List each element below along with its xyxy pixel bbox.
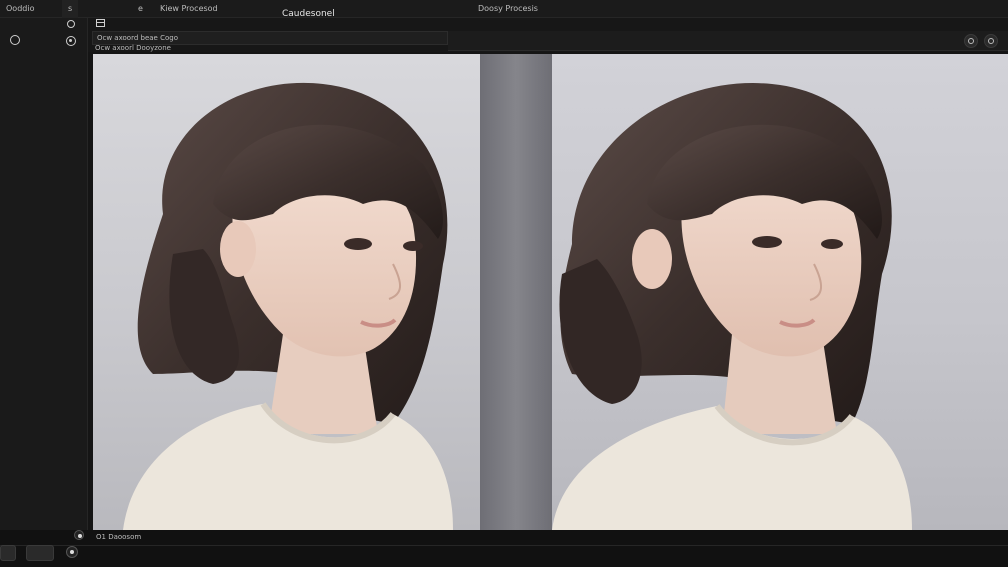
radio-icon[interactable] xyxy=(10,35,20,45)
path-field[interactable]: Ocw axoord beae Cogo xyxy=(92,31,448,45)
image-left[interactable] xyxy=(93,54,480,530)
app-window: Ooddio s e Kiew Procesod Doosy Procesis … xyxy=(0,0,1008,567)
sidebar xyxy=(0,18,88,537)
view-controls xyxy=(448,31,1008,51)
title-bar: Ooddio s e Kiew Procesod Doosy Procesis … xyxy=(0,0,1008,19)
view-button-1[interactable] xyxy=(964,34,978,48)
status-bar xyxy=(0,530,1008,567)
dock-button-2[interactable] xyxy=(26,545,54,561)
portrait-illustration xyxy=(552,83,912,530)
divider xyxy=(0,545,1008,546)
refresh-icon[interactable] xyxy=(67,20,75,28)
canvas-gap xyxy=(480,54,552,530)
dock-button-1[interactable] xyxy=(0,545,16,561)
tab-4[interactable]: Kiew Procesod xyxy=(154,0,224,18)
record-button[interactable] xyxy=(66,546,78,558)
image-right[interactable] xyxy=(552,54,1008,530)
view-button-2[interactable] xyxy=(984,34,998,48)
tab-5[interactable]: Doosy Procesis xyxy=(472,0,544,18)
subheading: Ocw axoorl Dooyzone xyxy=(95,44,171,52)
tab-label: Ooddio xyxy=(6,4,35,13)
grid-icon[interactable] xyxy=(96,19,105,27)
status-text: O1 Daoosom xyxy=(96,533,142,541)
indicator-dot[interactable] xyxy=(74,530,84,540)
tab-2[interactable]: s xyxy=(62,0,79,18)
tab-1[interactable]: Ooddio xyxy=(0,0,40,18)
path-text: Ocw axoord beae Cogo xyxy=(97,34,178,42)
circle-icon xyxy=(968,38,974,44)
tab-label: Doosy Procesis xyxy=(478,4,538,13)
portrait-illustration xyxy=(123,82,453,530)
tab-3[interactable]: e xyxy=(132,0,149,18)
settings-icon[interactable] xyxy=(66,36,76,46)
tab-label: Kiew Procesod xyxy=(160,4,218,13)
circle-icon xyxy=(988,38,994,44)
tab-label: e xyxy=(138,4,143,13)
tab-label: s xyxy=(68,4,73,13)
